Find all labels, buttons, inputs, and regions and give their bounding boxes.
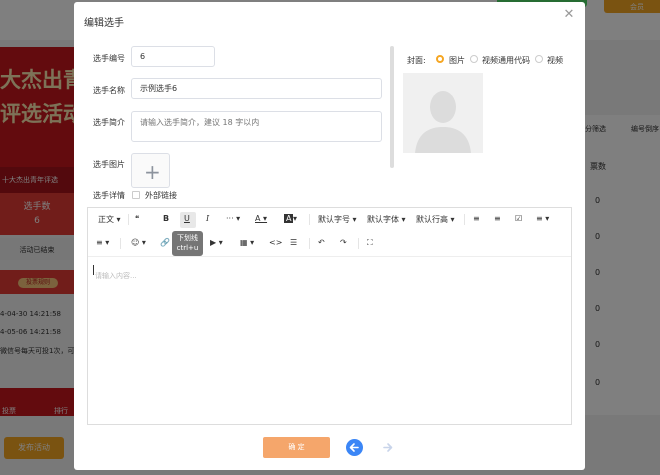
cover-video-option[interactable]: 视频 <box>547 55 563 66</box>
close-icon[interactable]: ✕ <box>562 8 576 22</box>
italic-icon[interactable]: I <box>206 214 209 223</box>
cover-preview[interactable] <box>403 73 483 153</box>
cover-image-radio[interactable] <box>436 55 444 63</box>
line-height-select[interactable]: 默认行高 ▾ <box>416 214 455 225</box>
rich-text-editor: 正文 ▾ ❝ B U I ··· ▾ A ▾ A ▾ 默认字号 ▾ 默认字体 ▾… <box>87 207 572 425</box>
toolbar-divider <box>120 238 121 249</box>
form-scrollbar[interactable] <box>390 46 394 168</box>
indent-icon[interactable]: ≡ ▾ <box>96 238 109 247</box>
edit-contestant-dialog: 编辑选手 ✕ 选手编号 选手名称 选手简介 选手图片 + 选手详情 外部链接 封… <box>74 2 585 470</box>
arrow-right-icon[interactable] <box>379 439 396 456</box>
todo-icon[interactable]: ☑ <box>515 214 522 223</box>
external-link-label[interactable]: 外部链接 <box>145 190 177 201</box>
code-icon[interactable]: <> <box>269 238 282 247</box>
intro-label: 选手简介 <box>93 118 125 127</box>
tooltip-shortcut: ctrl+u <box>176 244 199 252</box>
bg-color-dropdown-icon[interactable]: ▾ <box>293 214 297 223</box>
text-cursor <box>93 265 94 275</box>
underline-tooltip: 下划线 ctrl+u <box>172 231 203 256</box>
numbered-list-icon[interactable]: ≡ <box>494 214 501 223</box>
align-icon[interactable]: ≡ ▾ <box>536 214 549 223</box>
editor-content-area[interactable]: 请输入内容... <box>95 271 137 281</box>
bullet-list-icon[interactable]: ≡ <box>473 214 480 223</box>
name-label: 选手名称 <box>93 86 125 95</box>
cover-image-option[interactable]: 图片 <box>449 55 465 66</box>
avatar-placeholder-icon <box>415 91 471 153</box>
editor-toolbar-row-1: 正文 ▾ ❝ B U I ··· ▾ A ▾ A ▾ 默认字号 ▾ 默认字体 ▾… <box>88 208 571 232</box>
number-input[interactable] <box>131 46 215 67</box>
paragraph-select[interactable]: 正文 ▾ <box>98 214 121 225</box>
link-icon[interactable]: 🔗 <box>160 238 170 247</box>
bold-icon[interactable]: B <box>163 214 169 223</box>
cover-label: 封面: <box>407 56 426 65</box>
font-size-select[interactable]: 默认字号 ▾ <box>318 214 357 225</box>
number-label: 选手编号 <box>93 54 125 63</box>
image-label: 选手图片 <box>93 160 125 169</box>
confirm-button[interactable]: 确 定 <box>263 437 330 458</box>
image-upload-button[interactable]: + <box>131 153 170 188</box>
arrow-left-glyph <box>349 443 359 452</box>
toolbar-divider <box>309 238 310 249</box>
cover-embed-radio[interactable] <box>470 55 478 63</box>
fullscreen-icon[interactable]: ⛶ <box>367 238 373 248</box>
toolbar-divider <box>128 214 129 225</box>
font-family-select[interactable]: 默认字体 ▾ <box>367 214 406 225</box>
tooltip-title: 下划线 <box>177 234 198 242</box>
redo-icon[interactable]: ↷ <box>340 238 347 247</box>
editor-toolbar-row-2: ≡ ▾ ☺ ▾ 🔗 ▶ ▾ ▦ ▾ <> ☰ ↶ ↷ ⛶ <box>88 232 571 256</box>
font-color-icon[interactable]: A ▾ <box>255 214 267 223</box>
toolbar-divider <box>309 214 310 225</box>
quote-icon[interactable]: ❝ <box>135 214 139 223</box>
external-link-checkbox[interactable] <box>132 191 140 199</box>
plus-icon: + <box>144 160 161 184</box>
toolbar-border <box>88 256 571 257</box>
name-input[interactable] <box>131 78 382 99</box>
arrow-left-icon[interactable] <box>346 439 363 456</box>
intro-textarea[interactable] <box>131 111 382 142</box>
cover-embed-option[interactable]: 视频通用代码 <box>482 55 530 66</box>
detail-label: 选手详情 <box>93 191 125 200</box>
toolbar-divider <box>464 214 465 225</box>
emoji-icon[interactable]: ☺ ▾ <box>131 238 146 247</box>
toolbar-divider <box>358 238 359 249</box>
cover-video-radio[interactable] <box>535 55 543 63</box>
arrow-right-glyph <box>383 443 393 452</box>
undo-icon[interactable]: ↶ <box>318 238 325 247</box>
table-icon[interactable]: ▦ ▾ <box>240 238 254 247</box>
underline-icon[interactable]: U <box>184 214 190 223</box>
divider-icon[interactable]: ☰ <box>290 238 297 247</box>
more-styles-icon[interactable]: ··· ▾ <box>226 214 240 223</box>
video-icon[interactable]: ▶ ▾ <box>210 238 223 247</box>
dialog-title: 编辑选手 <box>84 18 124 29</box>
